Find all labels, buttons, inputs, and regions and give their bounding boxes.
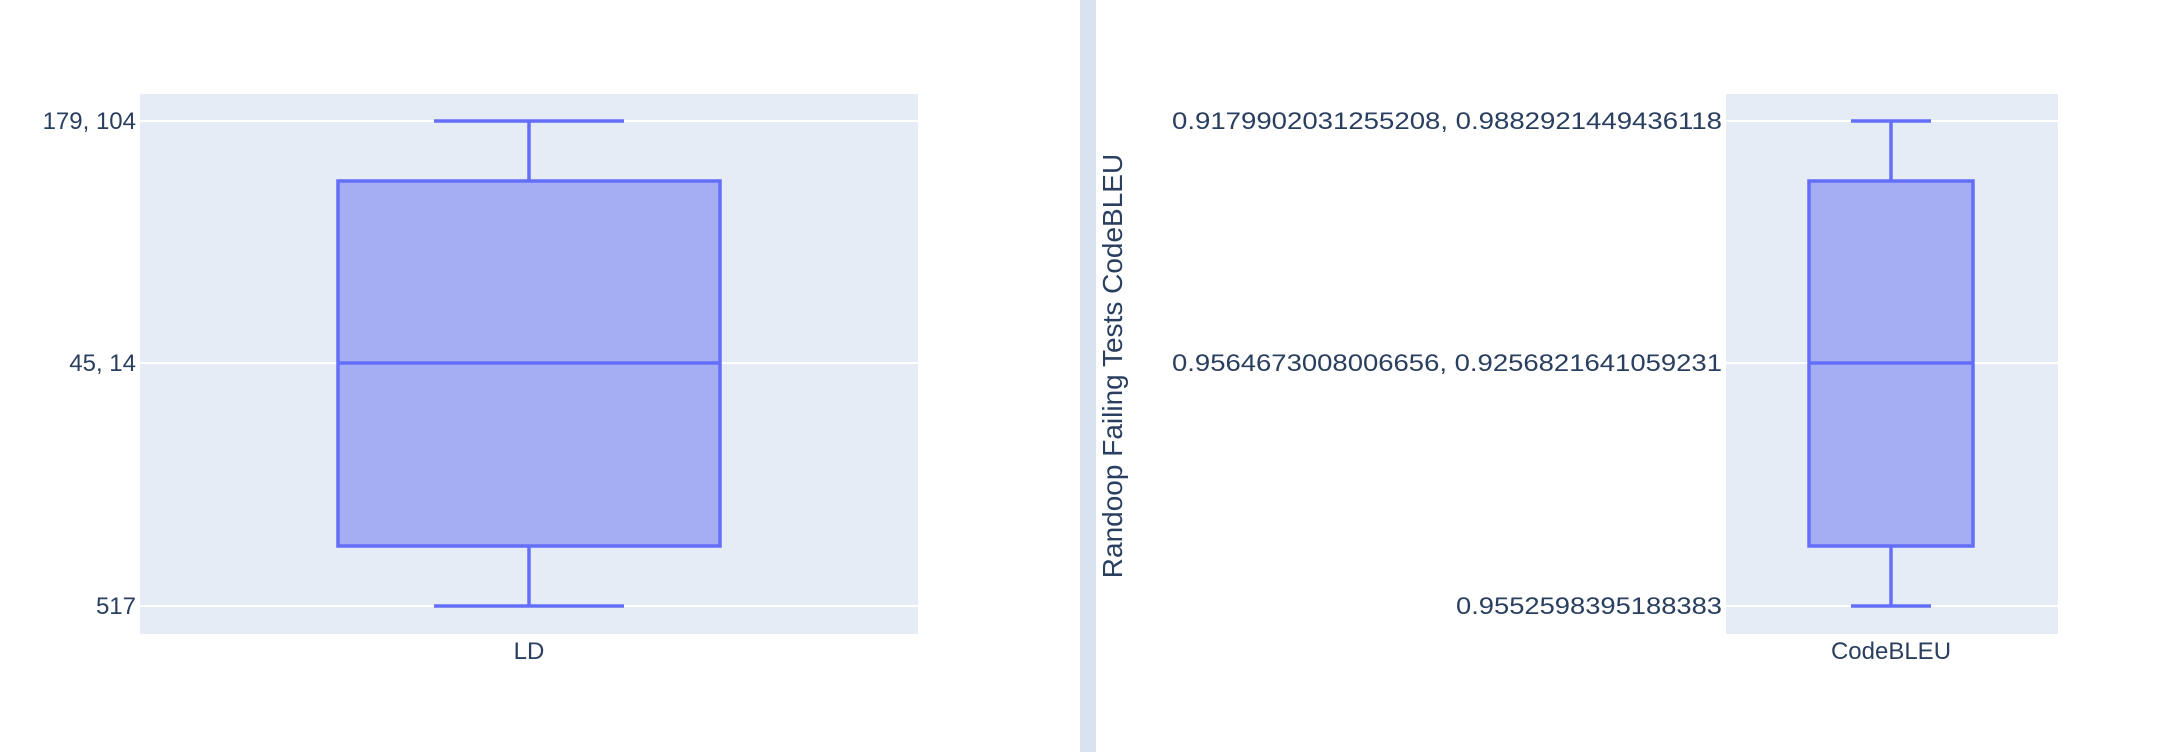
y-tick-label: 517 <box>96 593 136 620</box>
box-plot-ld <box>336 119 722 608</box>
y-tick-label: 0.9552598395188383 <box>1456 593 1722 620</box>
y-tick-label: 179, 104 <box>43 108 136 135</box>
y-tick-label: 0.9564673008006656, 0.9256821641059231 <box>1172 350 1722 377</box>
box-plot-codebleu <box>1807 119 1975 608</box>
panel-divider <box>1080 0 1096 752</box>
y-axis-title-right: Randoop Failing Tests CodeBLEU <box>1097 154 1128 578</box>
y-tick-label: 0.9179902031255208, 0.9882921449436118 <box>1172 108 1722 135</box>
x-tick-label-ld: LD <box>514 638 545 665</box>
y-tick-labels-right: 0.9179902031255208, 0.9882921449436118 0… <box>1172 108 1722 620</box>
y-tick-labels-left: 179, 104 45, 14 517 <box>43 108 136 620</box>
charts-canvas: 179, 104 45, 14 517 LD 0.917990203125520… <box>43 0 2058 752</box>
x-tick-label-codebleu: CodeBLEU <box>1831 638 1951 665</box>
chart-right: 0.9179902031255208, 0.9882921449436118 0… <box>1097 94 2058 665</box>
chart-left: 179, 104 45, 14 517 LD <box>43 94 918 665</box>
y-tick-label: 45, 14 <box>69 350 136 377</box>
